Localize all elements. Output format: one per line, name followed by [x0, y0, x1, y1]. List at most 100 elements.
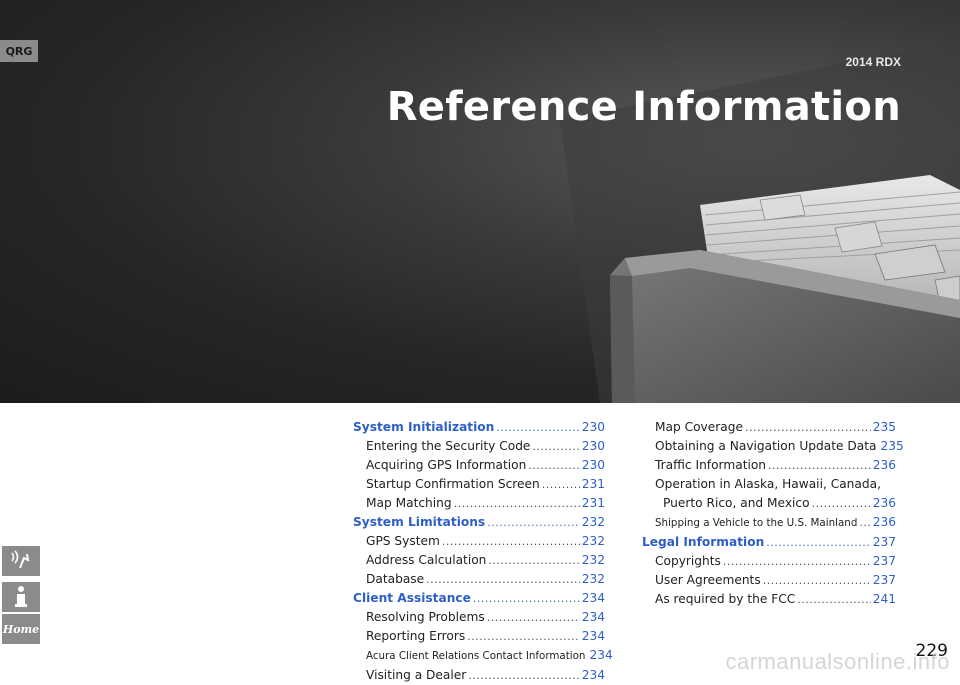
toc-entry-label: System Initialization	[353, 420, 495, 434]
qrg-tab[interactable]: QRG	[0, 40, 38, 62]
toc-entry-label: Operation in Alaska, Hawaii, Canada,	[655, 477, 881, 491]
toc-page-number[interactable]: 235	[873, 418, 896, 437]
toc-entry-label: Database	[366, 572, 425, 586]
toc-entry-label: Visiting a Dealer	[366, 668, 467, 682]
toc-entry-label: As required by the FCC	[655, 592, 796, 606]
home-label: Home	[2, 622, 40, 636]
toc-page-number[interactable]: 234	[582, 627, 605, 646]
toc-entry-link[interactable]: Map Coverage 235	[642, 418, 896, 437]
toc-page-number[interactable]: 234	[582, 666, 605, 685]
toc-leader-dots	[487, 608, 580, 627]
toc-column-left: System Initialization230Entering the Sec…	[353, 418, 613, 685]
toc-page-number[interactable]: 232	[582, 570, 605, 589]
toc-entry-link[interactable]: GPS System 232	[353, 532, 605, 551]
toc-leader-dots	[487, 513, 580, 532]
toc-entry-link[interactable]: Startup Confirmation Screen 231	[353, 475, 605, 494]
toc-entry-label: User Agreements	[655, 573, 761, 587]
toc-leader-dots	[766, 533, 870, 552]
toc-page-number[interactable]: 231	[582, 494, 605, 513]
toc-page-number[interactable]: 236	[873, 513, 896, 532]
toc-leader-dots	[442, 532, 580, 551]
toc-entry-link[interactable]: Copyrights 237	[642, 552, 896, 571]
toc-leader-dots	[532, 437, 579, 456]
toc-entry-link[interactable]: User Agreements 237	[642, 571, 896, 590]
toc-entry-link[interactable]: Acura Client Relations Contact Informati…	[353, 646, 613, 666]
toc-leader-dots	[859, 513, 870, 532]
toc-page-number[interactable]: 232	[582, 551, 605, 570]
toc-section-link[interactable]: Legal Information 237	[642, 533, 896, 552]
watermark: carmanualsonline.info	[725, 649, 950, 674]
toc-leader-dots	[797, 590, 871, 609]
toc-leader-dots	[542, 475, 580, 494]
toc-entry-link[interactable]: Address Calculation 232	[353, 551, 605, 570]
toc-entry-link[interactable]: Reporting Errors 234	[353, 627, 605, 646]
toc-leader-dots	[812, 494, 871, 513]
toc-entry-label: Legal Information	[642, 535, 765, 549]
toc-entry-link[interactable]: Acquiring GPS Information 230	[353, 456, 605, 475]
toc-entry-label: Resolving Problems	[366, 610, 485, 624]
toc-leader-dots	[745, 418, 871, 437]
toc-entry-label: Acquiring GPS Information	[366, 458, 527, 472]
toc-entry-link[interactable]: Traffic Information 236	[642, 456, 896, 475]
toc-section-link[interactable]: System Initialization 230	[353, 418, 605, 437]
home-icon[interactable]: Home	[2, 614, 40, 644]
toc-page-number[interactable]: 236	[873, 456, 896, 475]
toc-leader-dots	[496, 418, 579, 437]
toc-entry-label: Acura Client Relations Contact Informati…	[366, 650, 586, 662]
toc-entry-link[interactable]: Shipping a Vehicle to the U.S. Mainland 2…	[642, 513, 896, 533]
toc-page-number[interactable]: 236	[873, 494, 896, 513]
toc-leader-dots	[467, 627, 580, 646]
toc-page-number[interactable]: 237	[873, 533, 896, 552]
toc-leader-dots	[528, 456, 579, 475]
toc-page-number[interactable]: 231	[582, 475, 605, 494]
toc-leader-dots	[488, 551, 579, 570]
page-title: Reference Information	[386, 84, 901, 130]
file-drawer-illustration	[560, 40, 960, 403]
toc-page-number[interactable]: 234	[589, 646, 612, 665]
voice-command-icon[interactable]	[2, 546, 40, 576]
toc-page-number[interactable]: 230	[582, 418, 605, 437]
toc-leader-dots	[454, 494, 580, 513]
toc-entry-label: Puerto Rico, and Mexico	[663, 496, 810, 510]
toc-entry-label: System Limitations	[353, 515, 486, 529]
toc-entry-label: Reporting Errors	[366, 629, 466, 643]
info-icon[interactable]	[2, 582, 40, 612]
toc-entry-link: Operation in Alaska, Hawaii, Canada,	[642, 475, 896, 494]
toc-page-number[interactable]: 234	[582, 608, 605, 627]
toc-entry-link[interactable]: Visiting a Dealer 234	[353, 666, 605, 685]
toc-leader-dots	[723, 552, 871, 571]
toc-page-number[interactable]: 241	[873, 590, 896, 609]
toc-entry-link[interactable]: As required by the FCC 241	[642, 590, 896, 609]
toc-leader-dots	[768, 456, 871, 475]
toc-section-link[interactable]: Client Assistance 234	[353, 589, 605, 608]
toc-leader-dots	[426, 570, 580, 589]
toc-entry-label: Client Assistance	[353, 591, 471, 605]
toc-entry-label: Entering the Security Code	[366, 439, 531, 453]
toc-entry-link[interactable]: Obtaining a Navigation Update Data 235	[642, 437, 904, 456]
toc-entry-link[interactable]: Resolving Problems 234	[353, 608, 605, 627]
toc-leader-dots	[468, 666, 579, 685]
toc-leader-dots	[473, 589, 580, 608]
toc-column-right: Map Coverage 235Obtaining a Navigation Up…	[642, 418, 904, 609]
toc-entry-label: Shipping a Vehicle to the U.S. Mainland	[655, 517, 858, 529]
toc-page-number[interactable]: 237	[873, 571, 896, 590]
toc-section-link[interactable]: System Limitations 232	[353, 513, 605, 532]
model-label: 2014 RDX	[845, 55, 901, 69]
toc-entry-link[interactable]: Puerto Rico, and Mexico 236	[642, 494, 896, 513]
hero-image	[0, 0, 960, 403]
toc-page-number[interactable]: 232	[582, 532, 605, 551]
toc-page-number[interactable]: 235	[880, 437, 903, 456]
toc-entry-label: Map Coverage	[655, 420, 743, 434]
toc-entry-link[interactable]: Map Matching 231	[353, 494, 605, 513]
toc-entry-label: Traffic Information	[655, 458, 767, 472]
toc-page-number[interactable]: 230	[582, 437, 605, 456]
toc-leader-dots	[763, 571, 871, 590]
toc-page-number[interactable]: 237	[873, 552, 896, 571]
toc-page-number[interactable]: 230	[582, 456, 605, 475]
toc-entry-link[interactable]: Entering the Security Code 230	[353, 437, 605, 456]
toc-entry-link[interactable]: Database 232	[353, 570, 605, 589]
toc-page-number[interactable]: 232	[582, 513, 605, 532]
toc-entry-label: GPS System	[366, 534, 440, 548]
toc-page-number[interactable]: 234	[582, 589, 605, 608]
toc-entry-label: Address Calculation	[366, 553, 487, 567]
